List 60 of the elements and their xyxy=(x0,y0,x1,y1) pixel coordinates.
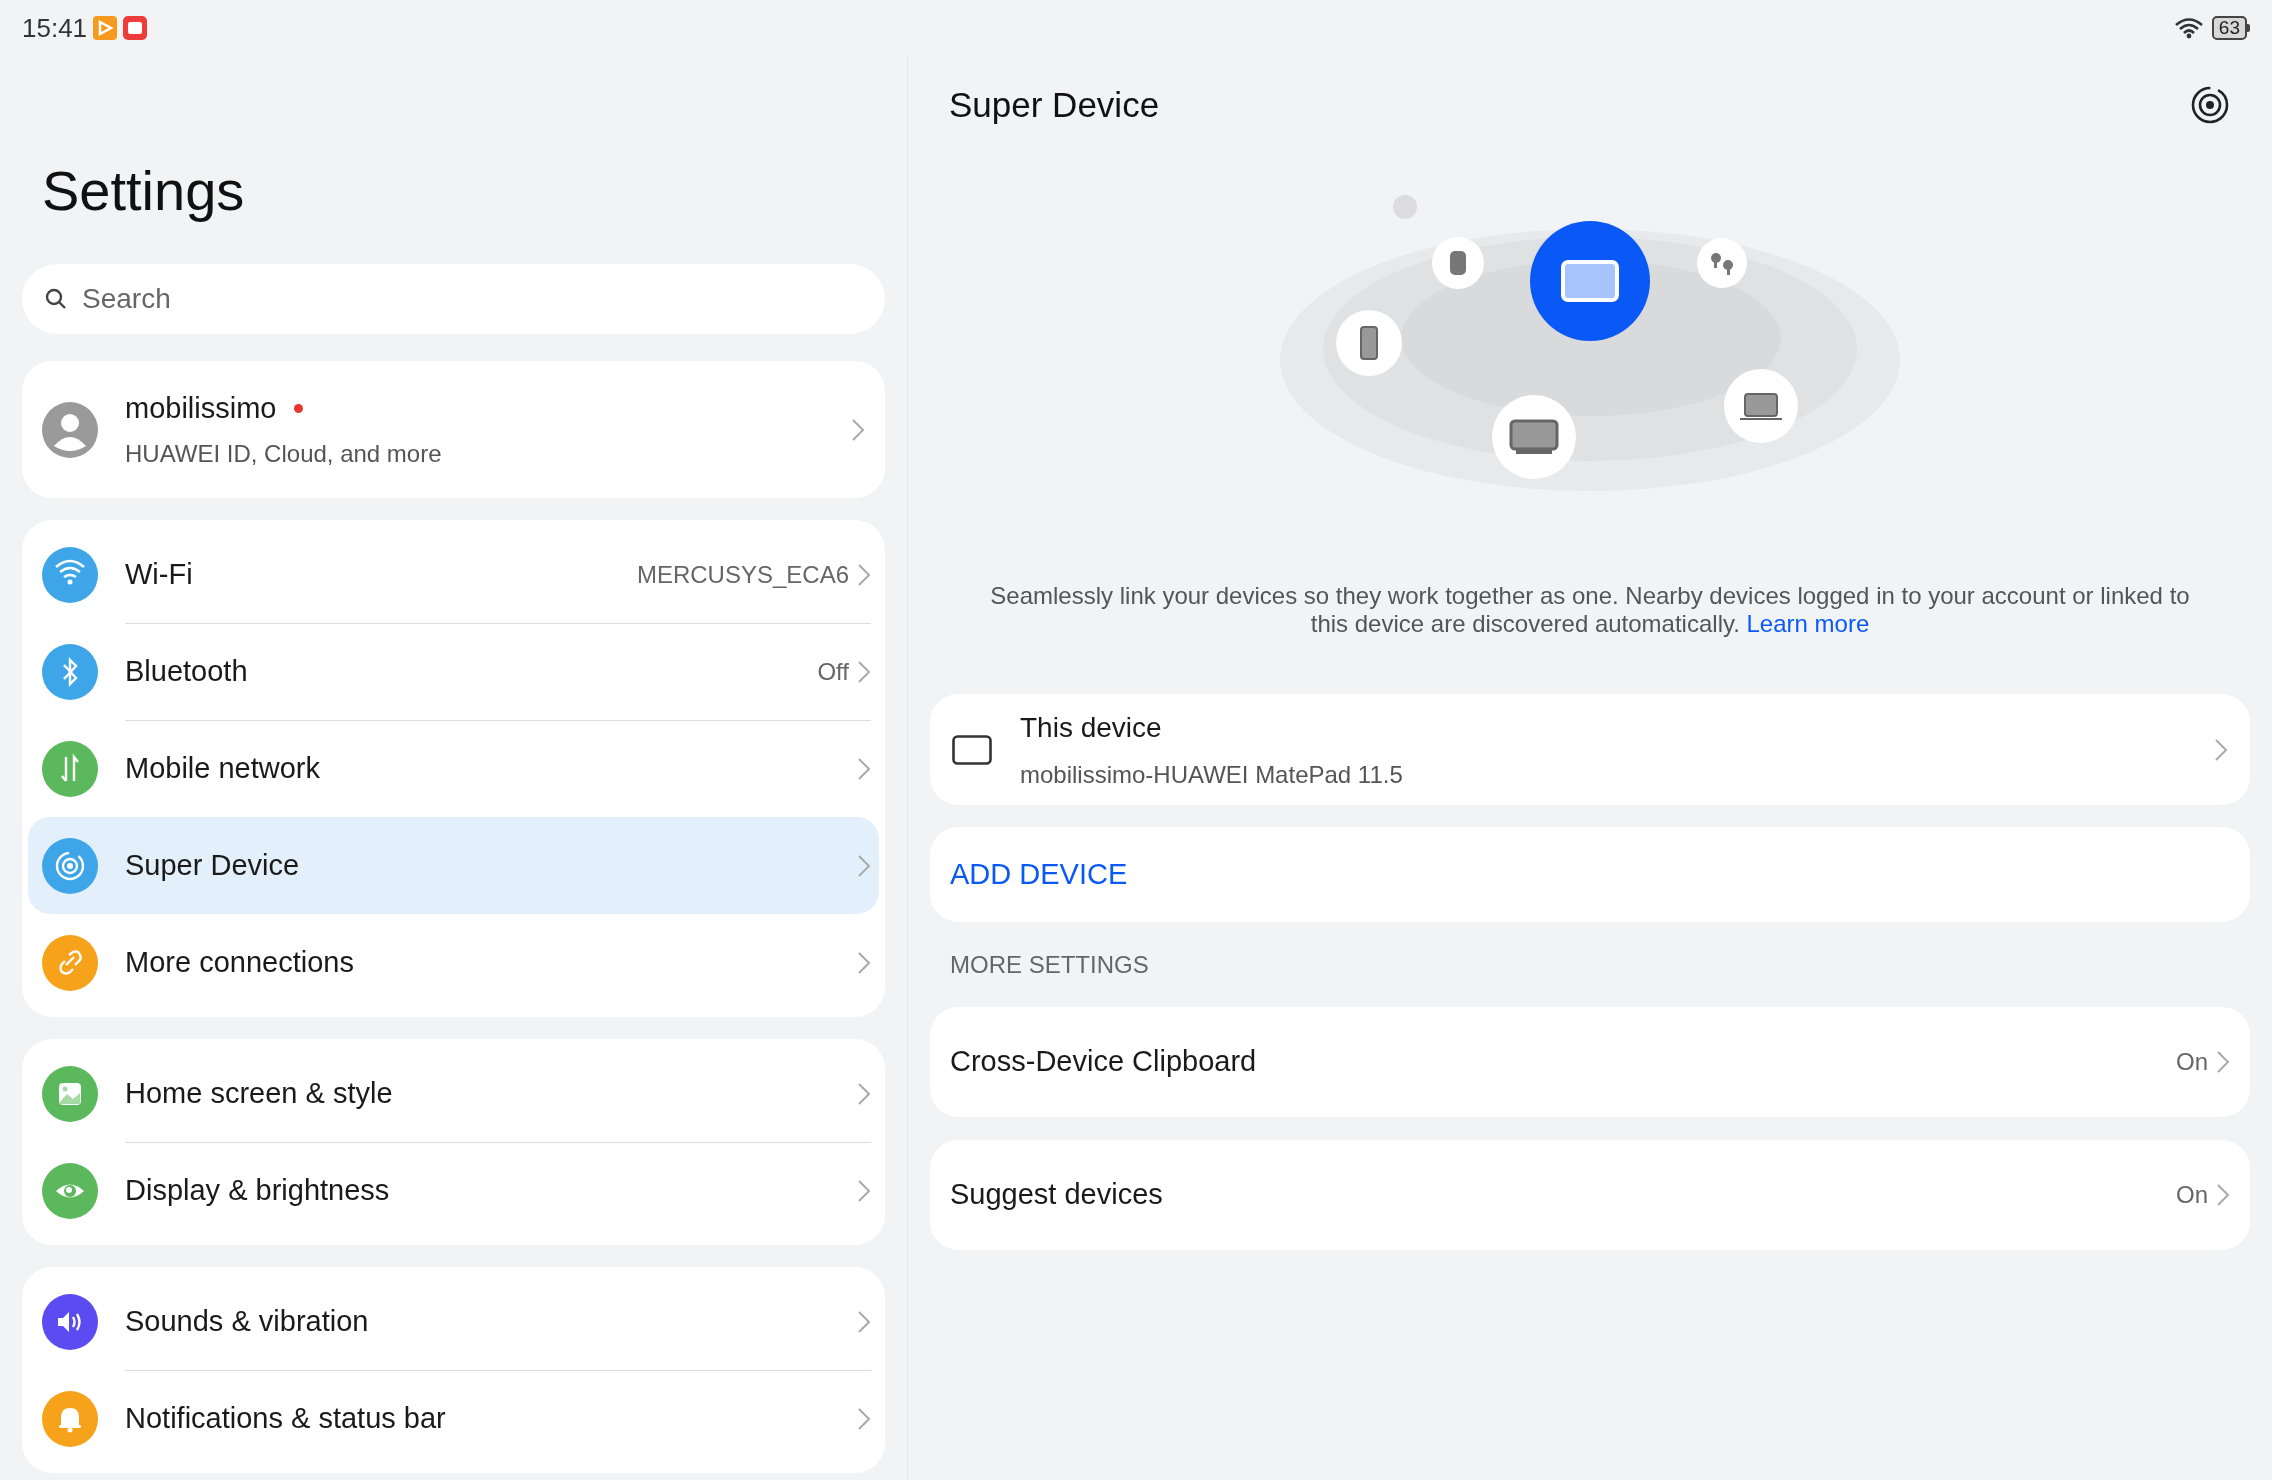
setting-value: On xyxy=(2176,1180,2208,1210)
row-label: Home screen & style xyxy=(125,1075,394,1111)
device-name: mobilissimo-HUAWEI MatePad 11.5 xyxy=(1020,759,1404,790)
chevron-icon xyxy=(857,1179,871,1203)
settings-row[interactable]: More connections xyxy=(28,914,879,1011)
chevron-icon xyxy=(857,853,871,878)
avatar-icon xyxy=(42,401,98,458)
row-value: MERCUSYS_ECA6 xyxy=(636,559,849,590)
chevron-icon xyxy=(857,950,871,975)
settings-row[interactable]: Display & brightness xyxy=(28,1142,879,1239)
row-label: Notifications & status bar xyxy=(125,1401,447,1437)
settings-row[interactable]: Sounds & vibration xyxy=(28,1273,879,1370)
setting-card[interactable]: Suggest devices On xyxy=(930,1140,2250,1250)
chevron-icon xyxy=(2216,1183,2230,1207)
search-field[interactable]: Search xyxy=(22,264,885,334)
setting-value: On xyxy=(2176,1047,2208,1077)
setting-label: Suggest devices xyxy=(950,1177,1164,1213)
row-label: Display & brightness xyxy=(125,1173,391,1209)
page-title: Settings xyxy=(42,158,246,224)
setting-label: Cross-Device Clipboard xyxy=(950,1044,1258,1080)
description-text: Seamlessly link your devices so they work together as one. Nearby devices logged in to your account or linked to this device are discovered automatically. Learn more xyxy=(989,582,2191,638)
settings-row[interactable]: Wi-Fi MERCUSYS_ECA6 xyxy=(28,526,879,623)
status-time: 15:41 xyxy=(22,11,88,45)
settings-row[interactable]: Bluetooth Off xyxy=(28,623,879,720)
row-label: Super Device xyxy=(125,847,301,883)
book-app-icon xyxy=(123,16,148,40)
settings-row[interactable]: Super Device xyxy=(28,817,879,914)
chevron-icon xyxy=(2216,1050,2230,1074)
radar-icon[interactable] xyxy=(2190,85,2230,125)
row-label: Sounds & vibration xyxy=(125,1303,370,1339)
chevron-icon xyxy=(857,757,871,781)
device-title: This device xyxy=(1020,710,1163,745)
row-label: Bluetooth xyxy=(125,654,249,690)
row-value: Off xyxy=(817,657,849,687)
chevron-icon xyxy=(857,660,871,684)
chevron-icon xyxy=(857,562,871,587)
chevron-icon xyxy=(857,1407,871,1431)
account-card[interactable]: mobilissimo HUAWEI ID, Cloud, and more xyxy=(22,361,885,498)
account-subtitle: HUAWEI ID, Cloud, and more xyxy=(125,439,443,470)
row-label: More connections xyxy=(125,944,355,980)
chevron-icon xyxy=(2214,737,2228,762)
tablet-icon xyxy=(952,734,992,765)
account-name: mobilissimo xyxy=(125,390,277,426)
chevron-icon xyxy=(851,417,865,442)
row-label: Mobile network xyxy=(125,751,322,787)
chevron-icon xyxy=(857,1081,871,1106)
battery-indicator: 63 xyxy=(2211,16,2250,40)
add-device-button[interactable]: ADD DEVICE xyxy=(930,827,2250,922)
wifi-icon xyxy=(2173,17,2204,39)
row-label: Wi-Fi xyxy=(125,556,194,592)
chevron-icon xyxy=(857,1309,871,1334)
settings-row[interactable]: Notifications & status bar xyxy=(28,1370,879,1467)
learn-more-link[interactable]: Learn more xyxy=(1746,610,1870,637)
this-device-card[interactable]: This device mobilissimo-HUAWEI MatePad 11.5 xyxy=(930,694,2250,805)
settings-row[interactable]: Home screen & style xyxy=(28,1045,879,1142)
section-label: MORE SETTINGS xyxy=(950,949,1149,980)
search-icon xyxy=(44,287,68,311)
setting-card[interactable]: Cross-Device Clipboard On xyxy=(930,1007,2250,1117)
video-app-icon xyxy=(93,16,118,40)
panel-title: Super Device xyxy=(949,83,1160,126)
